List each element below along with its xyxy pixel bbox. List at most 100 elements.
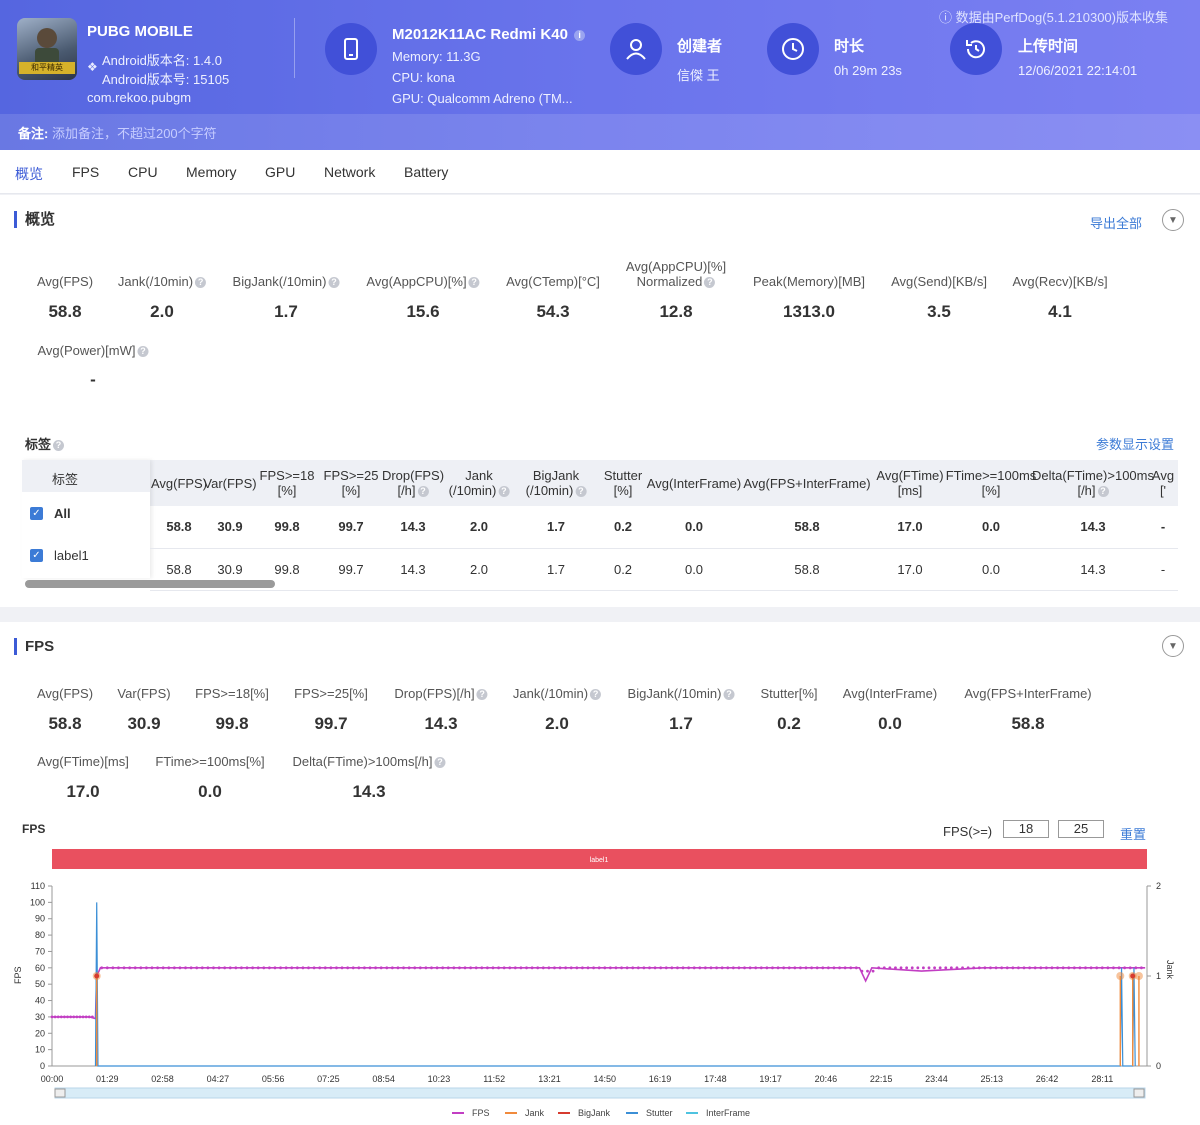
table-cell: 99.7 [338,562,364,577]
fps-point [782,966,786,970]
fps-point [581,966,584,970]
fps-point [899,966,903,970]
table-column-header: Delta(FTime)>100ms [/h]? [1032,468,1154,498]
labels-title: 标签? [25,434,65,453]
fps-point [150,966,154,970]
fps-point [681,966,685,970]
tab-overview[interactable]: 概览 [15,164,43,184]
checkbox-label1[interactable]: ✓ [30,549,43,562]
table-scrollbar[interactable] [25,580,275,588]
fps-point [262,966,266,970]
help-icon[interactable]: ? [434,757,446,769]
threshold-input-1[interactable]: 18 [1003,820,1049,838]
help-icon[interactable]: ? [328,277,340,289]
tab-memory[interactable]: Memory [186,164,237,180]
fps-point [1072,966,1076,970]
help-icon[interactable]: ? [476,689,488,701]
tab-cpu[interactable]: CPU [128,164,158,180]
user-icon [610,23,662,75]
fps-point [1050,966,1054,970]
collapse-icon[interactable]: ▼ [1162,209,1184,231]
export-all-link[interactable]: 导出全部 [1090,213,1142,232]
threshold-input-2[interactable]: 25 [1058,820,1104,838]
metric-label: Stutter[%] [760,686,818,701]
x-tick-label: 26:42 [1036,1074,1059,1084]
fps-point [743,966,746,970]
metric-label: Avg(AppCPU)[%] Normalized? [625,259,727,289]
fps-point [1039,966,1043,970]
fps-point [821,966,825,970]
help-icon[interactable]: ? [53,440,65,452]
metric-label: Avg(FTime)[ms] [37,754,129,769]
phone-icon [325,23,377,75]
metric-label: Avg(FPS) [36,274,94,289]
help-icon[interactable]: ? [417,486,429,498]
tab-gpu[interactable]: GPU [265,164,295,180]
table-cell: 99.7 [338,519,364,534]
help-icon[interactable]: ? [137,346,149,358]
fps-point [949,966,953,970]
help-icon[interactable]: ? [1097,486,1109,498]
fps-point [922,966,925,970]
metric-label: FTime>=100ms[%] [155,754,265,769]
table-cell: 14.3 [1080,519,1106,534]
fps-point [765,966,769,970]
info-icon[interactable]: i [574,29,586,41]
row-label-all: All [54,506,71,521]
fps-point [787,966,791,970]
fps-point [636,966,640,970]
table-cell: 99.8 [274,519,300,534]
fps-point [245,966,249,970]
table-cell: 14.3 [400,562,426,577]
tab-battery[interactable]: Battery [404,164,448,180]
fps-point [877,966,881,970]
metric-label: BigJank(/10min)? [233,274,340,289]
table-cell: 0.0 [981,519,1001,534]
fps-point [122,966,126,970]
fps-point [463,966,467,970]
tab-network[interactable]: Network [324,164,375,180]
device-memory: Memory: 11.3G [392,49,481,64]
y-tick-label: 90 [35,914,45,924]
fps-point [223,966,227,970]
fps-point [335,966,338,970]
note-input[interactable]: 添加备注，不超过200个字符 [52,126,217,141]
metric-value: 0.0 [198,782,222,801]
table-column-header: FPS>=18 [%] [259,468,315,498]
fps-point [597,966,601,970]
x-tick-label: 20:46 [815,1074,838,1084]
metric-value: 99.7 [314,714,348,733]
fps-point [989,966,992,970]
help-icon[interactable]: ? [590,689,602,701]
fps-point [69,1015,73,1019]
help-icon[interactable]: ? [723,689,735,701]
tab-fps[interactable]: FPS [72,164,99,180]
fps-point [1128,966,1132,970]
help-icon[interactable]: ? [468,277,480,289]
fps-point [1106,966,1110,970]
fps-point [720,966,724,970]
fps-point [882,966,886,970]
help-icon[interactable]: ? [195,277,207,289]
fps-point [994,966,998,970]
x-tick-label: 28:11 [1091,1074,1113,1084]
x-tick-label: 23:44 [925,1074,948,1084]
x-tick-label: 19:17 [759,1074,782,1084]
fps-point [1000,966,1004,970]
help-icon[interactable]: ? [575,486,587,498]
fps-point [698,966,702,970]
fps-point [966,966,970,970]
label-column-header [22,460,150,492]
checkbox-all[interactable]: ✓ [30,507,43,520]
legend-label: FPS [472,1108,490,1118]
fps-point [933,966,936,970]
fps-point [145,966,148,970]
fps-point [843,966,847,970]
overview-card [0,195,1200,607]
help-icon[interactable]: ? [498,486,510,498]
help-icon[interactable]: ? [704,277,716,289]
fps-point [620,966,623,970]
y-tick-label: 100 [30,897,45,907]
display-settings-link[interactable]: 参数显示设置 [1096,434,1174,453]
collapse-icon[interactable]: ▼ [1162,635,1184,657]
